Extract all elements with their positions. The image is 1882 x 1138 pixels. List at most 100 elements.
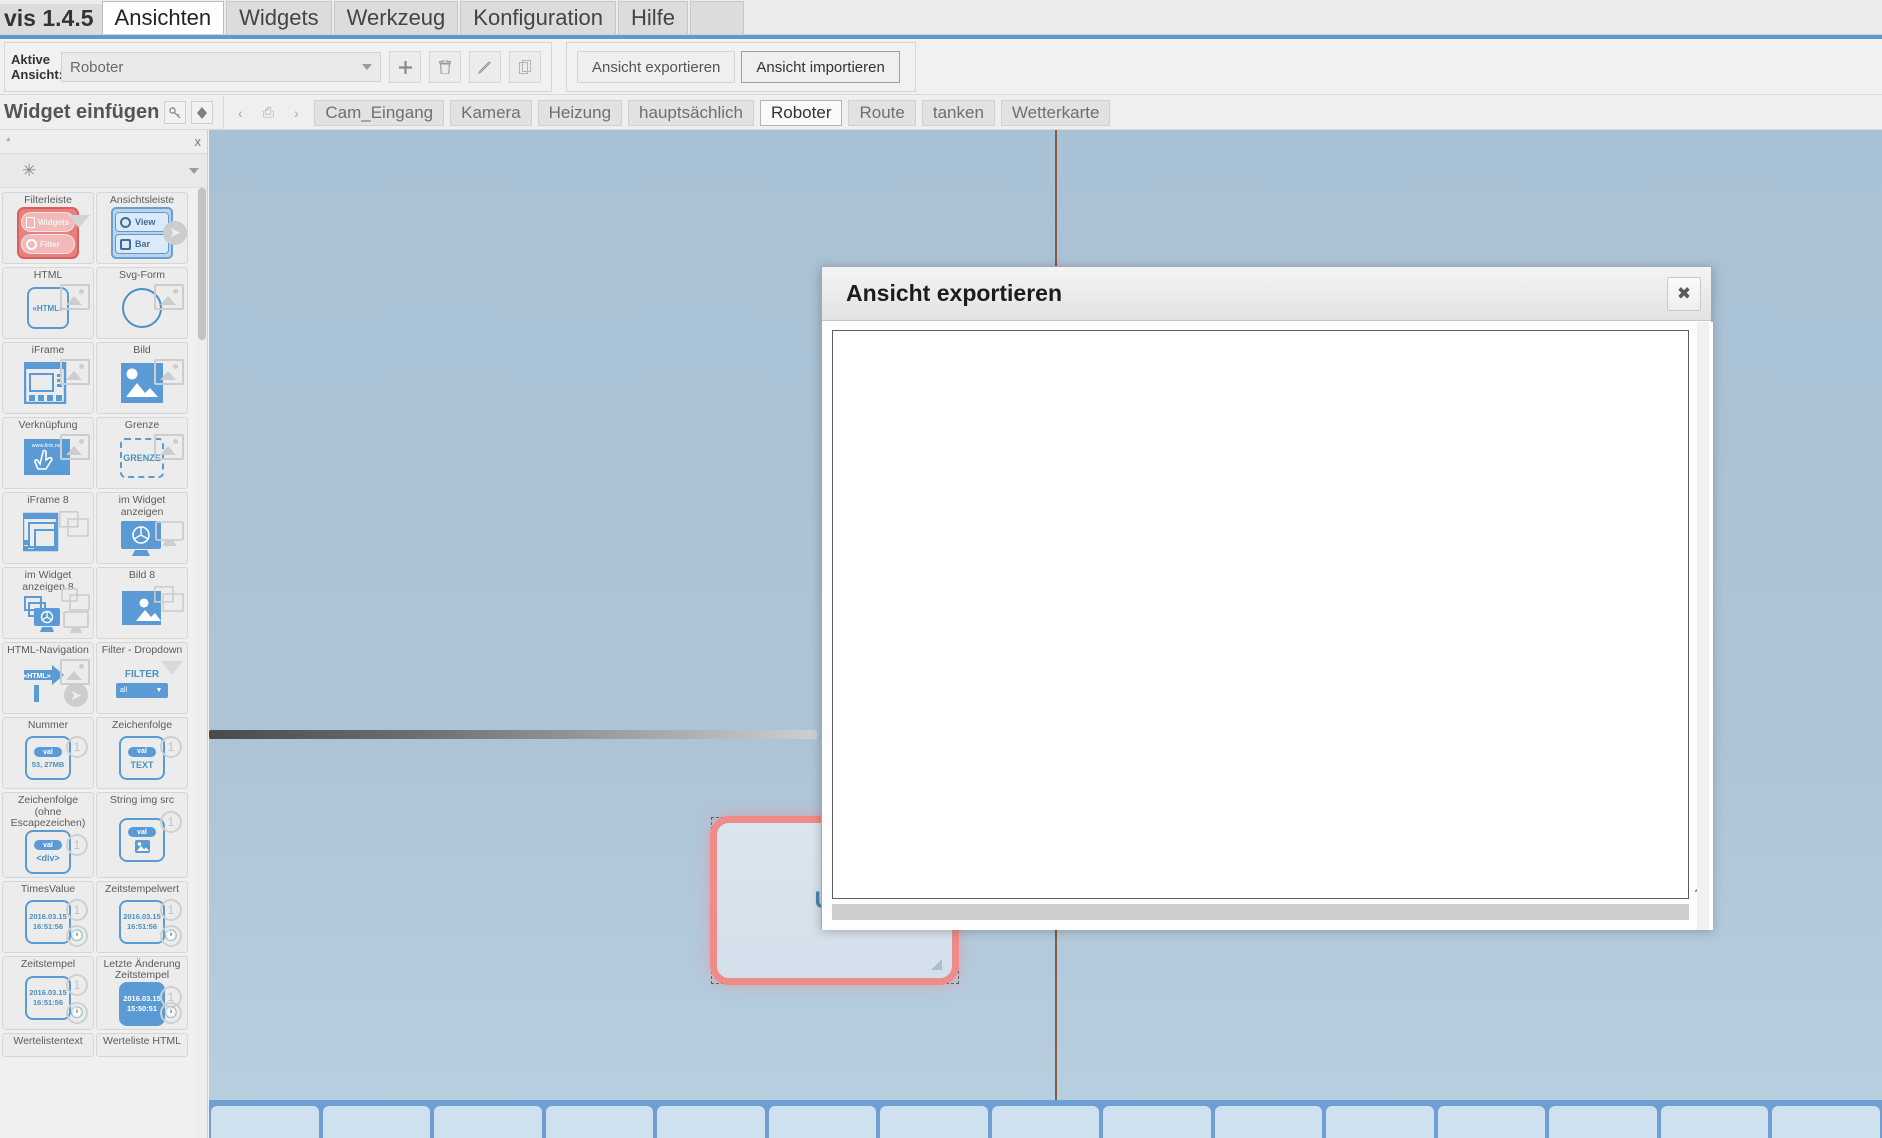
bottom-tab-cell[interactable] (1549, 1106, 1657, 1138)
menu-tab-widgets[interactable]: Widgets (226, 1, 331, 34)
delete-view-button[interactable] (429, 51, 461, 83)
string-value: TEXT (130, 760, 153, 770)
palette-item-html-navigation[interactable]: HTML-Navigation «HTML» ➤ (2, 642, 94, 714)
add-view-button[interactable] (389, 51, 421, 83)
import-view-button[interactable]: Ansicht importieren (741, 51, 899, 83)
image-ghost-icon (60, 284, 90, 310)
view-tab-hauptsaechlich[interactable]: hauptsächlich (628, 100, 754, 126)
tag-icon[interactable] (191, 101, 213, 124)
bottom-tab-cell[interactable] (1103, 1106, 1211, 1138)
palette-item-svg-form[interactable]: Svg-Form (96, 267, 188, 339)
bottom-tab-cell[interactable] (1326, 1106, 1434, 1138)
palette-item-werteliste-html[interactable]: Werteliste HTML (96, 1033, 188, 1057)
palette-item-label: Filterleiste (5, 195, 91, 207)
palette-item-label: Ansichtsleiste (99, 195, 185, 207)
palette-item-label: Verknüpfung (5, 420, 91, 432)
dialog-vertical-scrollbar[interactable] (1697, 322, 1709, 930)
view-tab-wetterkarte[interactable]: Wetterkarte (1001, 100, 1111, 126)
bottom-tab-cell[interactable] (1215, 1106, 1323, 1138)
palette-item-iframe-8[interactable]: iFrame 8 (2, 492, 94, 564)
export-json-textarea[interactable] (832, 330, 1689, 899)
dialog-titlebar: Ansicht exportieren ✖ (822, 267, 1711, 321)
view-tab-route[interactable]: Route (848, 100, 915, 126)
view-tab-kamera[interactable]: Kamera (450, 100, 532, 126)
string-icon: val TEXT 1 (99, 732, 185, 786)
palette-item-ansichtsleiste[interactable]: Ansichtsleiste View Bar ➤ (96, 192, 188, 264)
export-view-button[interactable]: Ansicht exportieren (577, 51, 735, 83)
bottom-tab-cell[interactable] (992, 1106, 1100, 1138)
filter-dropdown-icon: FILTER all ▼ (99, 657, 185, 711)
palette-filter-input[interactable]: * (6, 135, 11, 149)
palette-item-bild-8[interactable]: Bild 8 (96, 567, 188, 639)
palette-item-zeitstempel[interactable]: Zeitstempel 2016.03.15 16:51:56 1 🕐 (2, 956, 94, 1030)
image-glyph-icon (135, 840, 150, 853)
active-view-value: Roboter (70, 59, 123, 76)
bottom-tab-cell[interactable] (1438, 1106, 1546, 1138)
palette-item-im-widget-anzeigen-8[interactable]: im Widget anzeigen 8 (2, 567, 94, 639)
palette-scrollbar[interactable] (197, 188, 207, 1138)
palette-item-string-img-src[interactable]: String img src val 1 (96, 792, 188, 878)
palette-item-letzte-aenderung-zeitstempel[interactable]: Letzte Änderung Zeitstempel 2016.03.15 1… (96, 956, 188, 1030)
paste-view-button[interactable]: ⎙ (256, 101, 280, 125)
key-icon[interactable] (164, 101, 186, 124)
boundary-icon: GRENZE (99, 432, 185, 486)
palette-item-grenze[interactable]: Grenze GRENZE (96, 417, 188, 489)
close-icon[interactable]: x (195, 134, 202, 149)
trash-icon (439, 60, 451, 74)
filterbar-icon: Widgets Filter (5, 207, 91, 261)
palette-item-zeitstempelwert[interactable]: Zeitstempelwert 2016.03.15 16:51:56 1 🕐 (96, 881, 188, 953)
palette-item-verknuepfung[interactable]: Verknüpfung www.link.net (2, 417, 94, 489)
palette-category-row[interactable]: ✳ (0, 154, 207, 188)
resize-handle[interactable] (931, 959, 942, 970)
close-icon[interactable]: ✖ (1667, 277, 1701, 311)
canvas-gradient-bar (209, 730, 817, 739)
palette-item-html[interactable]: HTML «HTML» (2, 267, 94, 339)
app-title: vis 1.4.5 (0, 4, 102, 34)
timestamp-time: 16:51:56 (127, 922, 157, 931)
viewbar-icon: View Bar ➤ (99, 207, 185, 261)
export-view-dialog: Ansicht exportieren ✖ (821, 266, 1712, 929)
bottom-tab-cell[interactable] (769, 1106, 877, 1138)
palette-item-nummer[interactable]: Nummer val 53, 27MB 1 (2, 717, 94, 789)
palette-item-zeichenfolge-ohne-escapezeichen[interactable]: Zeichenfolge (ohne Escapezeichen) val <d… (2, 792, 94, 878)
navigation-arrow-icon: «HTML» ➤ (5, 657, 91, 711)
palette-item-im-widget-anzeigen[interactable]: im Widget anzeigen (96, 492, 188, 564)
palette-item-label: Bild 8 (99, 570, 185, 582)
menu-tab-werkzeug[interactable]: Werkzeug (334, 1, 459, 34)
bottom-tab-cell[interactable] (1772, 1106, 1880, 1138)
next-view-button[interactable]: › (284, 101, 308, 125)
palette-item-filter-dropdown[interactable]: Filter - Dropdown FILTER all ▼ (96, 642, 188, 714)
menu-tab-hilfe[interactable]: Hilfe (618, 1, 688, 34)
active-view-select[interactable]: Roboter (61, 52, 381, 82)
filter-dropdown-value: all (117, 684, 151, 697)
bottom-tab-cell[interactable] (323, 1106, 431, 1138)
view-tab-tanken[interactable]: tanken (922, 100, 995, 126)
binding-count-icon: 1 (66, 899, 88, 921)
dialog-horizontal-scrollbar[interactable] (832, 904, 1689, 920)
canvas-bottom-tabbar[interactable] (209, 1100, 1882, 1138)
view-tab-roboter[interactable]: Roboter (760, 100, 842, 126)
palette-item-bild[interactable]: Bild (96, 342, 188, 414)
bottom-tab-cell[interactable] (657, 1106, 765, 1138)
menu-tab-ansichten[interactable]: Ansichten (102, 1, 225, 34)
prev-view-button[interactable]: ‹ (228, 101, 252, 125)
menu-tab-konfiguration[interactable]: Konfiguration (460, 1, 616, 34)
palette-item-wertelistentext[interactable]: Wertelistentext (2, 1033, 94, 1057)
rename-view-button[interactable] (469, 51, 501, 83)
bottom-tab-cell[interactable] (434, 1106, 542, 1138)
copy-view-button[interactable] (509, 51, 541, 83)
view-tab-cam-eingang[interactable]: Cam_Eingang (314, 100, 444, 126)
palette-item-filterleiste[interactable]: Filterleiste Widgets Filter (2, 192, 94, 264)
palette-item-zeichenfolge[interactable]: Zeichenfolge val TEXT 1 (96, 717, 188, 789)
palette-item-label: Bild (99, 345, 185, 357)
bottom-tab-cell[interactable] (546, 1106, 654, 1138)
view-tab-heizung[interactable]: Heizung (538, 100, 622, 126)
palette-item-iframe[interactable]: iFrame (2, 342, 94, 414)
palette-item-label: Zeichenfolge (ohne Escapezeichen) (5, 795, 91, 830)
bottom-tab-cell[interactable] (211, 1106, 319, 1138)
palette-item-timesvalue[interactable]: TimesValue 2016.03.15 16:51:56 1 🕐 (2, 881, 94, 953)
palette-scrollbar-thumb[interactable] (198, 188, 206, 340)
active-view-label: Aktive Ansicht: (5, 52, 57, 82)
bottom-tab-cell[interactable] (1661, 1106, 1769, 1138)
bottom-tab-cell[interactable] (880, 1106, 988, 1138)
